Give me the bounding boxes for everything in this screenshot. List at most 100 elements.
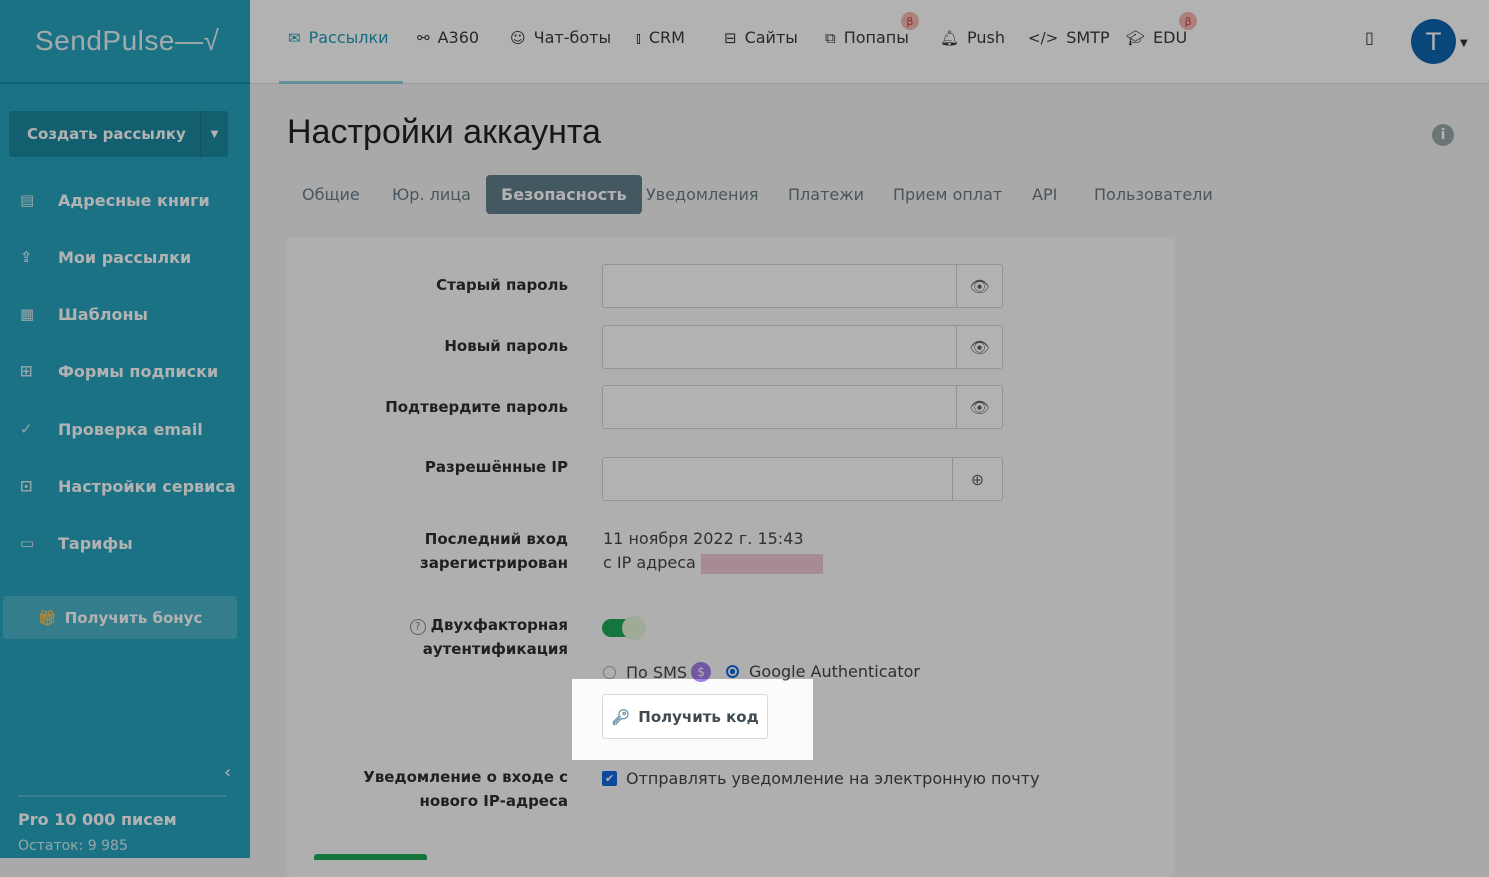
eye-icon[interactable]: 👁︎ (956, 265, 1002, 307)
save-button[interactable] (314, 854, 427, 860)
radio-label: Google Authenticator (749, 662, 920, 681)
sidebar-label: Тарифы (58, 533, 133, 553)
top-nav: ✉ Рассылки ⚯ A360 ☺ Чат-боты ⫾ CRM ⊟ Сайты ⧉ П… (250, 0, 1489, 84)
avatar[interactable]: T (1411, 19, 1456, 64)
confirm-password-input[interactable]: 👁︎ (602, 385, 1003, 429)
templates-icon: ▦ (20, 305, 35, 323)
last-login-date: 11 ноября 2022 г. 15:43 (603, 529, 804, 548)
eye-icon[interactable]: 👁︎ (956, 326, 1002, 368)
address-book-icon: ▤ (20, 191, 35, 209)
radio-circle (726, 665, 739, 678)
nav-a360[interactable]: ⚯ A360 (417, 28, 479, 47)
pulse-icon: —√ (174, 25, 220, 56)
new-password-label: Новый пароль (444, 337, 568, 355)
popup-icon: ⧉ (825, 28, 836, 47)
divider (18, 795, 226, 797)
sidebar-item-pricing[interactable]: ▭ Тарифы (0, 523, 250, 563)
sidebar-item-forms[interactable]: ⊞ Формы подписки (0, 351, 250, 391)
sidebar-item-address-books[interactable]: ▤ Адресные книги (0, 180, 250, 220)
tab-api[interactable]: API (1017, 175, 1072, 214)
settings-icon: ⊡ (20, 477, 33, 495)
tab-legal-entities[interactable]: Юр. лица (377, 175, 486, 214)
nav-chatbots[interactable]: ☺ Чат-боты (510, 28, 611, 47)
plus-circle-icon[interactable]: ⊕ (952, 458, 1002, 500)
allowed-ip-label: Разрешённые IP (424, 458, 568, 476)
sidebar-item-email-verify[interactable]: ✓ Проверка email (0, 409, 250, 449)
sidebar-label: Проверка email (58, 419, 203, 439)
get-bonus-button[interactable]: 🎁︎ Получить бонус (3, 596, 237, 639)
twofa-toggle[interactable] (602, 616, 646, 640)
active-nav-indicator (279, 81, 403, 84)
old-password-input[interactable]: 👁︎ (602, 264, 1003, 308)
twofa-label: ? Двухфакторная аутентификация (388, 613, 568, 661)
sidebar-item-templates[interactable]: ▦ Шаблоны (0, 294, 250, 334)
help-icon[interactable]: ? (409, 619, 426, 635)
new-password-input[interactable]: 👁︎ (602, 325, 1003, 369)
sidebar: SendPulse —√ Создать рассылку ▼ ▤ Адресные … (0, 0, 250, 858)
bell-icon: 🔔︎ (940, 28, 960, 47)
nav-label: Попапы (843, 28, 909, 47)
sidebar-label: Адресные книги (58, 190, 210, 210)
get-code-button[interactable]: 🔑︎ Получить код (602, 694, 768, 739)
nav-popups[interactable]: ⧉ Попапы β (825, 12, 919, 47)
last-login-label: Последний вход зарегистрирован (420, 530, 568, 572)
tab-users[interactable]: Пользователи (1079, 175, 1228, 214)
page-title: Настройки аккаунта (287, 113, 601, 151)
paid-badge-icon: $ (691, 662, 712, 682)
create-campaign-button[interactable]: Создать рассылку ▼ (9, 111, 228, 157)
nav-label: Чат-боты (533, 28, 612, 47)
nav-edu[interactable]: 🎓︎ EDU β (1126, 12, 1198, 47)
tab-payment-acceptance[interactable]: Прием оплат (878, 175, 1017, 214)
tab-payments[interactable]: Платежи (773, 175, 879, 214)
toggle-knob (622, 616, 646, 640)
sidebar-item-campaigns[interactable]: ⇪ Мои рассылки (0, 237, 250, 277)
allowed-ip-input[interactable]: ⊕ (602, 457, 1003, 501)
crm-icon: ⫾ (636, 28, 641, 47)
nav-sites[interactable]: ⊟ Сайты (724, 28, 798, 47)
mobile-icon[interactable]: ▯ (1365, 28, 1374, 47)
verify-icon: ✓ (20, 420, 33, 438)
redacted-ip (700, 553, 823, 574)
twofa-label-text: Двухфакторная аутентификация (422, 616, 568, 658)
eye-icon[interactable]: 👁︎ (956, 386, 1002, 428)
nav-crm[interactable]: ⫾ CRM (636, 28, 685, 47)
bonus-label: Получить бонус (64, 608, 203, 627)
code-icon: </> (1028, 28, 1059, 47)
forms-icon: ⊞ (20, 362, 33, 380)
plan-name[interactable]: Pro 10 000 писем (18, 810, 177, 829)
tab-notifications[interactable]: Уведомления (631, 175, 774, 214)
site-icon: ⊟ (724, 28, 737, 47)
nav-campaigns[interactable]: ✉ Рассылки (288, 28, 389, 47)
radio-circle (603, 665, 616, 679)
checkmark-icon: ✔ (602, 771, 617, 786)
nav-label: SMTP (1066, 28, 1110, 47)
nav-smtp[interactable]: </> SMTP (1028, 28, 1110, 47)
create-label: Создать рассылку (27, 125, 186, 143)
plan-remaining: Остаток: 9 985 (18, 838, 128, 854)
graduation-cap-icon: 🎓︎ (1126, 28, 1146, 47)
campaigns-icon: ⇪ (20, 248, 33, 266)
nav-label: A360 (437, 28, 480, 47)
tab-security[interactable]: Безопасность (486, 175, 642, 214)
radio-sms[interactable]: По SMS $ (603, 662, 712, 682)
last-login-ip-prefix: с IP адреса (603, 553, 696, 572)
radio-google-authenticator[interactable]: Google Authenticator (726, 662, 920, 681)
nav-label: CRM (648, 28, 685, 47)
logo-text: SendPulse (35, 25, 175, 56)
pricing-icon: ▭ (20, 534, 35, 552)
get-code-label: Получить код (638, 707, 759, 726)
gift-icon: 🎁︎ (37, 608, 57, 627)
caret-down-icon[interactable]: ▼ (200, 111, 228, 157)
sidebar-item-service-settings[interactable]: ⊡ Настройки сервиса (0, 466, 250, 506)
collapse-sidebar-icon[interactable]: ‹ (224, 762, 231, 783)
nav-label: Push (967, 28, 1006, 47)
nav-push[interactable]: 🔔︎ Push (940, 28, 1005, 47)
info-icon[interactable]: i (1432, 124, 1454, 146)
caret-down-icon[interactable]: ▼ (1460, 38, 1468, 49)
nav-label: Рассылки (308, 28, 389, 47)
tab-general[interactable]: Общие (287, 175, 375, 214)
nav-label: EDU (1153, 28, 1188, 47)
notify-checkbox[interactable]: ✔ Отправлять уведомление на электронную п… (602, 769, 1040, 788)
flow-icon: ⚯ (417, 28, 430, 47)
logo[interactable]: SendPulse —√ (0, 0, 250, 84)
